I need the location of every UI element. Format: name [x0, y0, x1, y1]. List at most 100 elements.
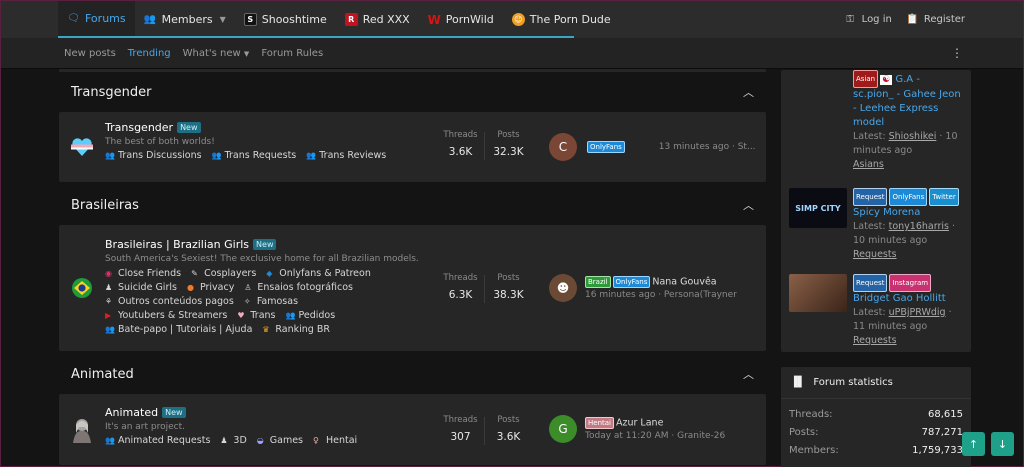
subforum-link[interactable]: 👥 Animated Requests: [105, 435, 210, 446]
last-thread-link[interactable]: Nana Gouvêa: [652, 277, 716, 288]
last-thread-link[interactable]: Azur Lane: [616, 418, 663, 429]
subnav-forum-rules[interactable]: Forum Rules: [261, 48, 323, 59]
onlyfans-icon: ◆: [266, 269, 273, 278]
subforum-link[interactable]: 👥 Trans Requests: [212, 150, 297, 161]
forum-link[interactable]: Asians: [853, 159, 884, 170]
node-title-link[interactable]: Transgender: [105, 121, 173, 134]
chevron-up-icon[interactable]: ︿: [743, 84, 754, 100]
stat-value: 1,759,733: [912, 444, 963, 456]
subforum-label: Trans Discussions: [118, 150, 202, 161]
subforum-label: Suicide Girls: [118, 282, 177, 293]
chevron-up-icon[interactable]: ︿: [743, 197, 754, 213]
login-label: Log in: [861, 14, 892, 25]
cosplay-icon: ✎: [191, 269, 198, 278]
avatar[interactable]: G: [549, 415, 577, 443]
subforum-link[interactable]: ✎ Cosplayers: [191, 267, 256, 280]
onlyfans-tag[interactable]: OnlyFans: [889, 188, 928, 206]
request-tag[interactable]: Request: [853, 274, 888, 292]
subforum-link[interactable]: ✧ Famosas: [244, 295, 298, 308]
stat-label: Members:: [789, 444, 839, 456]
node-title-link[interactable]: Animated: [105, 406, 158, 419]
posts-label: Posts: [497, 415, 520, 425]
photo-icon: ♙: [244, 283, 252, 292]
subforum-link[interactable]: 👥 Trans Discussions: [105, 150, 202, 161]
nav-members-tab[interactable]: 👥 Members ▼: [135, 1, 235, 38]
latest-label: Latest:: [853, 131, 886, 142]
latest-label: Latest:: [853, 221, 886, 232]
subforum-link[interactable]: ▶ Youtubers & Streamers: [105, 309, 227, 322]
latest-user-link[interactable]: Shioshikei: [889, 131, 937, 142]
stat-row-members: Members: 1,759,733: [781, 441, 971, 459]
avatar[interactable]: ☻: [549, 274, 577, 302]
top-navigation: 🗨 Forums 👥 Members ▼ S Shooshtime R Red …: [1, 1, 1023, 38]
subforum-link[interactable]: ◒ Games: [257, 435, 303, 446]
onlyfans-tag[interactable]: OnlyFans: [612, 276, 651, 288]
chevron-down-icon[interactable]: ▼: [220, 15, 226, 24]
subforum-link[interactable]: ♛ Ranking BR: [262, 323, 330, 336]
subforum-link[interactable]: ♀ Hentai: [313, 435, 357, 446]
subforum-link[interactable]: ● Privacy: [187, 281, 234, 294]
nav-link-pornwild[interactable]: W PornWild: [419, 1, 503, 38]
twitter-tag[interactable]: Twitter: [929, 188, 959, 206]
chevron-up-icon[interactable]: ︿: [743, 366, 754, 382]
forum-link[interactable]: Requests: [853, 335, 897, 346]
hentai-tag[interactable]: Hentai: [585, 417, 614, 429]
avatar[interactable]: C: [549, 133, 577, 161]
subforum-link[interactable]: 👥 Pedidos: [285, 309, 335, 322]
node-title-link[interactable]: Brasileiras | Brazilian Girls: [105, 238, 249, 251]
last-post: C OnlyFans 13 minutes ago · St...: [549, 133, 756, 161]
subforum-label: Trans Requests: [224, 150, 297, 161]
paid-content-icon: ⚘: [105, 297, 113, 306]
nav-members-label: Members: [161, 13, 213, 26]
subnav-whats-new[interactable]: What's new ▼: [183, 48, 250, 59]
subforum-label: Cosplayers: [204, 268, 257, 279]
forum-node-transgender: Transgender New The best of both worlds! …: [59, 112, 766, 182]
last-post-time: 16 minutes ago · Persona(Trayner: [585, 290, 737, 300]
category-header-brasileiras[interactable]: Brasileiras ︿: [59, 185, 766, 225]
latest-user-link[interactable]: uPBjPRWdig: [889, 307, 946, 318]
stat-label: Threads:: [789, 408, 833, 420]
latest-user-link[interactable]: tony16harris: [889, 221, 949, 232]
subforum-link[interactable]: ◆ Onlyfans & Patreon: [266, 267, 371, 280]
register-link[interactable]: 📋 Register: [906, 1, 965, 38]
last-post: ☻ Brazil OnlyFans Nana Gouvêa 16 minutes a…: [549, 274, 737, 302]
subnav-trending[interactable]: Trending: [128, 48, 171, 59]
login-link[interactable]: ⚿ Log in: [844, 1, 892, 38]
scroll-top-button[interactable]: ↑: [962, 432, 985, 456]
trending-post-title[interactable]: Bridget Gao Hollitt: [853, 293, 946, 304]
simpcity-thumbnail[interactable]: SIMP CITY: [789, 188, 847, 228]
subforum-link[interactable]: ◉ Close Friends: [105, 267, 181, 280]
subnav-new-posts[interactable]: New posts: [64, 48, 116, 59]
nav-forums-label: Forums: [85, 12, 126, 25]
subforum-link[interactable]: ♟ 3D: [220, 435, 246, 446]
onlyfans-tag[interactable]: OnlyFans: [587, 141, 625, 153]
stat-label: Posts:: [789, 426, 819, 438]
nav-link-redxxx[interactable]: R Red XXX: [336, 1, 419, 38]
subforum-link[interactable]: ♥ Trans: [237, 309, 275, 322]
brazil-tag[interactable]: Brazil: [585, 276, 611, 288]
youtube-icon: ▶: [105, 311, 112, 320]
category-header-transgender[interactable]: Transgender ︿: [59, 72, 766, 112]
subforum-label: Youtubers & Streamers: [118, 310, 228, 321]
bar-chart-icon: ▐▌: [790, 377, 806, 388]
post-thumbnail[interactable]: [789, 274, 847, 312]
subforum-link[interactable]: 👥 Trans Reviews: [306, 150, 386, 161]
more-options-icon[interactable]: ⋮: [951, 46, 963, 60]
request-tag[interactable]: Request: [853, 188, 888, 206]
subforum-link[interactable]: ⚘ Outros conteúdos pagos: [105, 295, 234, 308]
trending-post-title[interactable]: Spicy Morena: [853, 207, 920, 218]
subforum-label: Trans: [250, 310, 276, 321]
forum-link[interactable]: Requests: [853, 249, 897, 260]
nav-link-shooshtime[interactable]: S Shooshtime: [235, 1, 336, 38]
node-stats: Threads 307 Posts 3.6K: [437, 415, 532, 445]
subforum-link[interactable]: 👥 Bate-papo | Tutoriais | Ajuda: [105, 323, 252, 336]
nav-forums-tab[interactable]: 🗨 Forums: [58, 1, 135, 38]
nav-link-theporndude[interactable]: ☺ The Porn Dude: [503, 1, 620, 38]
privacy-icon: ●: [186, 283, 194, 292]
category-header-animated[interactable]: Animated ︿: [59, 354, 766, 394]
instagram-tag[interactable]: Instagram: [889, 274, 932, 292]
asian-tag[interactable]: Asian: [853, 70, 879, 88]
subforum-link[interactable]: ♙ Ensaios fotográficos: [244, 281, 353, 294]
subforum-link[interactable]: ♟ Suicide Girls: [105, 281, 177, 294]
scroll-bottom-button[interactable]: ↓: [991, 432, 1014, 456]
